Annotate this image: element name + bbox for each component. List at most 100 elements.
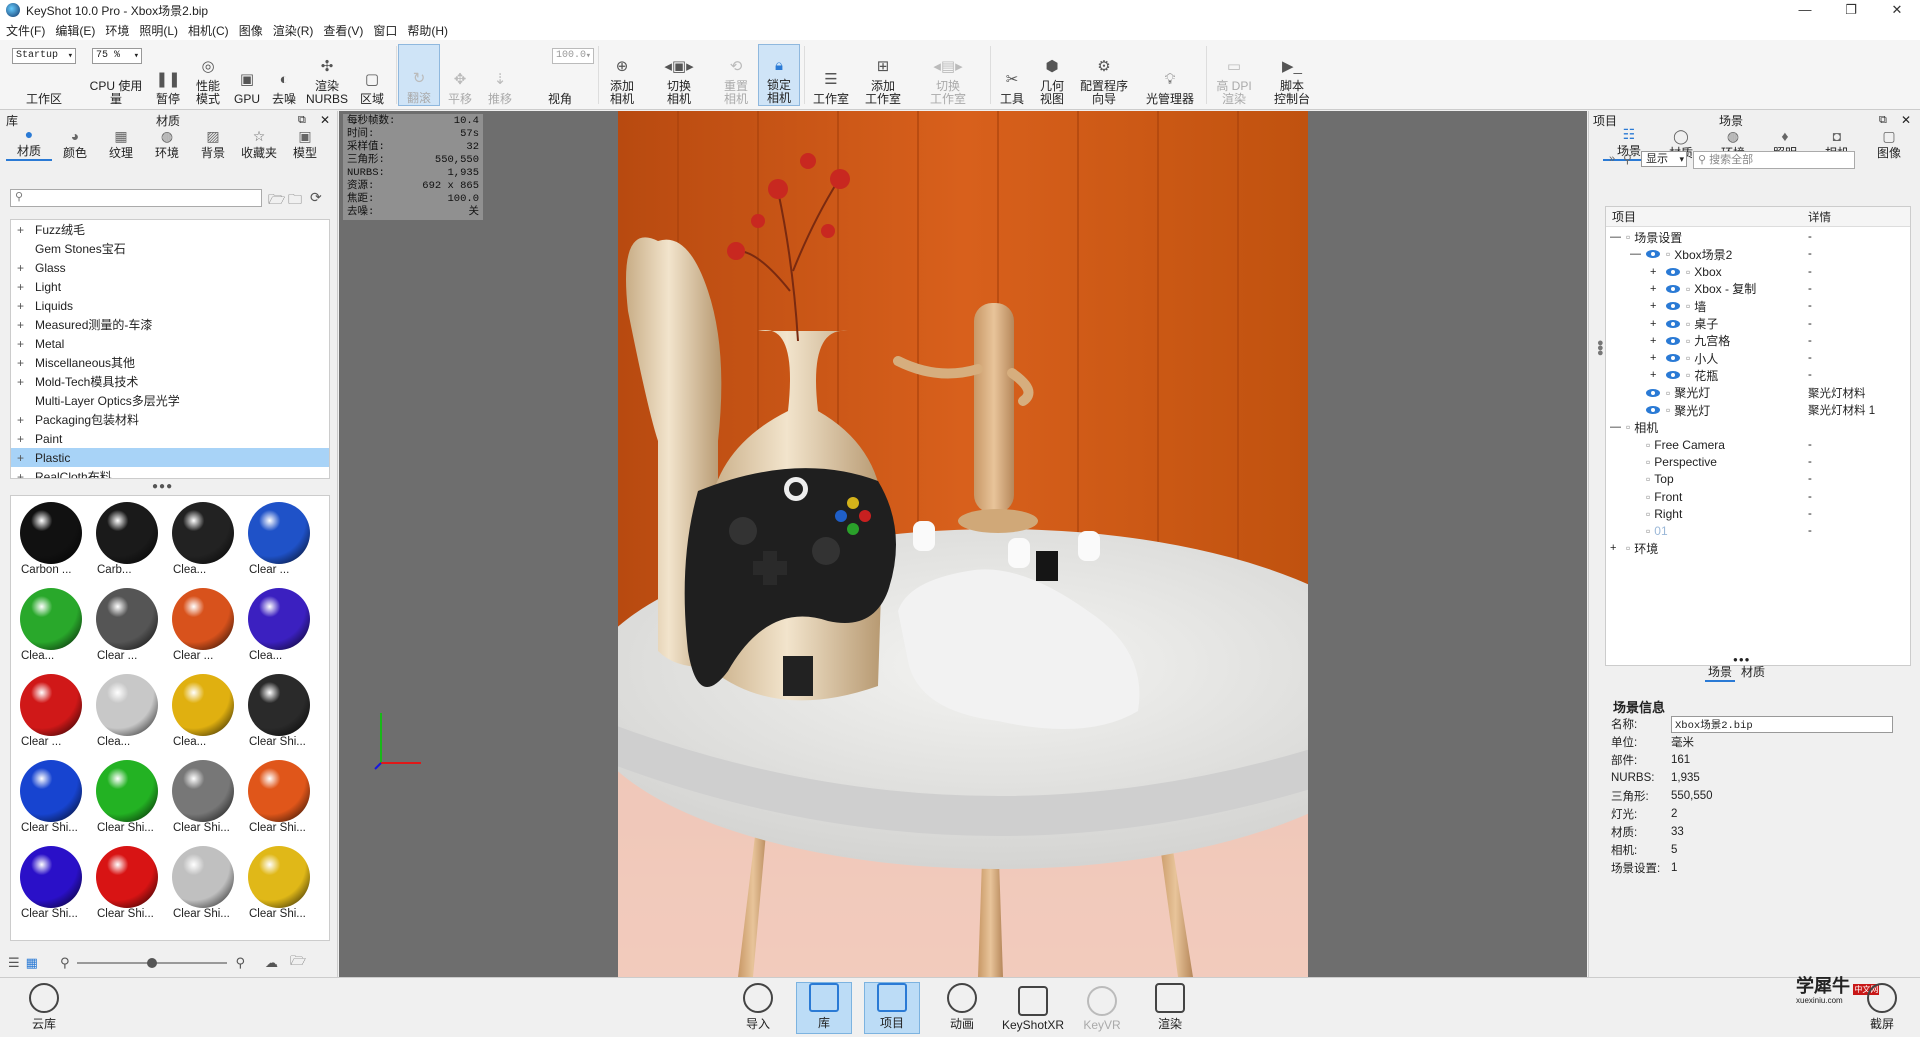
- render-viewport[interactable]: 每秒帧数: 10.4 时间: 57s 采样值: 32 三角形: 550,550 NURBS: 1,…: [339, 111, 1587, 977]
- display-filter-select[interactable]: 显示 ▾: [1641, 151, 1687, 167]
- close-panel-icon[interactable]: ✕: [320, 113, 330, 127]
- script-console-button[interactable]: ▶_ 脚本 控制台: [1266, 44, 1318, 106]
- cloud-upload-icon[interactable]: ☁: [265, 955, 278, 971]
- reset-camera-button[interactable]: ⟲ 重置 相机: [716, 44, 756, 106]
- library-search-input[interactable]: ⚲: [10, 189, 262, 207]
- tab-materials[interactable]: ● 材质: [6, 126, 52, 161]
- studio-button[interactable]: ☰ 工作室: [808, 44, 854, 106]
- animation-button[interactable]: 动画: [934, 982, 990, 1034]
- material-thumbnail[interactable]: Clear Shi...: [243, 756, 315, 840]
- material-thumbnail[interactable]: Clear ...: [15, 670, 87, 754]
- material-thumbnail[interactable]: Clear Shi...: [167, 756, 239, 840]
- expand-toggle-icon[interactable]: +: [1650, 266, 1666, 278]
- material-thumbnail[interactable]: Clear Shi...: [15, 756, 87, 840]
- library-button[interactable]: 库: [796, 982, 852, 1034]
- library-folder-item[interactable]: + Packaging包装材料: [11, 410, 329, 429]
- undock-icon[interactable]: ⧉: [298, 114, 306, 127]
- library-folder-item[interactable]: + Liquids: [11, 296, 329, 315]
- library-folder-item[interactable]: + Measured测量的-车漆: [11, 315, 329, 334]
- scene-tree-row[interactable]: + ▫ 环境: [1606, 538, 1910, 558]
- menu-edit[interactable]: 编辑(E): [55, 22, 95, 39]
- expand-toggle-icon[interactable]: +: [17, 470, 35, 479]
- visibility-eye-icon[interactable]: [1646, 406, 1660, 414]
- expand-toggle-icon[interactable]: +: [1650, 335, 1666, 347]
- material-thumbnail[interactable]: Clear Shi...: [243, 670, 315, 754]
- menu-file[interactable]: 文件(F): [6, 22, 45, 39]
- material-thumbnail[interactable]: Clear Shi...: [91, 842, 163, 926]
- tools-button[interactable]: ✂ 工具: [994, 44, 1030, 106]
- library-folder-item[interactable]: + Glass: [11, 258, 329, 277]
- close-panel-icon[interactable]: ✕: [1901, 113, 1911, 127]
- maximize-button[interactable]: ❐: [1828, 0, 1874, 20]
- visibility-eye-icon[interactable]: [1666, 336, 1680, 345]
- expand-toggle-icon[interactable]: +: [17, 356, 35, 370]
- performance-mode-button[interactable]: ◎ 性能 模式: [188, 44, 228, 106]
- menu-camera[interactable]: 相机(C): [188, 22, 229, 39]
- material-thumbnail[interactable]: Clea...: [167, 498, 239, 582]
- expand-toggle-icon[interactable]: +: [1610, 542, 1626, 554]
- region-button[interactable]: ▢ 区域: [352, 44, 392, 106]
- material-thumbnail[interactable]: Clear ...: [243, 498, 315, 582]
- expand-toggle-icon[interactable]: +: [1650, 318, 1666, 330]
- tab-textures[interactable]: ▦ 纹理: [98, 128, 144, 161]
- library-folder-item[interactable]: + Mold-Tech模具技术: [11, 372, 329, 391]
- panel-resize-handle[interactable]: ● ● ●: [1597, 338, 1604, 359]
- undock-icon[interactable]: ⧉: [1879, 114, 1887, 127]
- gpu-button[interactable]: ▣ GPU: [230, 44, 264, 106]
- keyshotxr-button[interactable]: KeyShotXR: [1000, 982, 1066, 1034]
- render-nurbs-button[interactable]: ✣ 渲染 NURBS: [304, 44, 350, 106]
- expand-toggle-icon[interactable]: +: [17, 413, 35, 427]
- expand-toggle-icon[interactable]: +: [17, 261, 35, 275]
- material-thumbnail[interactable]: Clea...: [91, 670, 163, 754]
- material-thumbnail[interactable]: Clea...: [243, 584, 315, 668]
- switch-camera-button[interactable]: ◂▣▸ 切换 相机: [656, 44, 702, 106]
- add-camera-button[interactable]: ⊕ 添加 相机: [602, 44, 642, 106]
- filter-icon[interactable]: ⚲: [1623, 152, 1632, 166]
- configurator-wizard-button[interactable]: ⚙ 配置程序 向导: [1074, 44, 1134, 106]
- tab-image[interactable]: ▢ 图像: [1863, 128, 1915, 161]
- expand-toggle-icon[interactable]: —: [1610, 231, 1626, 243]
- visibility-eye-icon[interactable]: [1666, 284, 1680, 293]
- tab-colors[interactable]: ◕ 颜色: [52, 128, 98, 161]
- library-folder-item[interactable]: Gem Stones宝石: [11, 239, 329, 258]
- realtime-render-image[interactable]: [618, 111, 1308, 977]
- denoise-button[interactable]: ◐ 去噪: [266, 44, 302, 106]
- material-thumbnail[interactable]: Clear Shi...: [15, 842, 87, 926]
- expand-toggle-icon[interactable]: +: [1650, 369, 1666, 381]
- library-folder-item[interactable]: + Fuzz绒毛: [11, 220, 329, 239]
- grid-view-icon[interactable]: ▦: [26, 955, 38, 971]
- import-folder-icon[interactable]: 🗁︎: [290, 952, 306, 974]
- library-folder-item[interactable]: + Miscellaneous其他: [11, 353, 329, 372]
- subtab-material[interactable]: 材质: [1741, 663, 1765, 682]
- library-folder-item[interactable]: + Metal: [11, 334, 329, 353]
- tab-environments[interactable]: ◍ 环境: [144, 128, 190, 161]
- menu-lighting[interactable]: 照明(L): [139, 22, 178, 39]
- visibility-eye-icon[interactable]: [1666, 354, 1680, 363]
- expand-toggle-icon[interactable]: —: [1610, 421, 1626, 433]
- folder-open-icon[interactable]: 🗁︎: [268, 189, 285, 213]
- menu-window[interactable]: 窗口: [373, 22, 397, 39]
- keyvr-button[interactable]: KeyVR: [1074, 982, 1130, 1034]
- expand-toggle-icon[interactable]: +: [1650, 352, 1666, 364]
- material-thumbnail[interactable]: Clea...: [15, 584, 87, 668]
- menu-environment[interactable]: 环境: [105, 22, 129, 39]
- refresh-icon[interactable]: ⟳: [310, 189, 322, 206]
- tab-models[interactable]: ▣ 模型: [282, 128, 328, 161]
- project-button[interactable]: 项目: [864, 982, 920, 1034]
- dolly-button[interactable]: ⇣ 推移: [480, 44, 520, 106]
- material-thumbnail[interactable]: Clear Shi...: [243, 842, 315, 926]
- list-view-icon[interactable]: ☰: [8, 955, 20, 971]
- scene-search-input[interactable]: ⚲ 搜索全部: [1693, 151, 1855, 169]
- visibility-eye-icon[interactable]: [1666, 319, 1680, 328]
- library-folder-item[interactable]: Multi-Layer Optics多层光学: [11, 391, 329, 410]
- expand-toggle-icon[interactable]: +: [17, 223, 35, 237]
- minimize-button[interactable]: —: [1782, 0, 1828, 20]
- tab-favorites[interactable]: ☆ 收藏夹: [236, 128, 282, 161]
- menu-help[interactable]: 帮助(H): [407, 22, 448, 39]
- light-manager-button[interactable]: 💡︎ 光管理器: [1138, 44, 1202, 106]
- material-thumbnail[interactable]: Clear Shi...: [167, 842, 239, 926]
- screenshot-button[interactable]: 截屏: [1854, 982, 1910, 1034]
- expand-toggle-icon[interactable]: +: [1650, 300, 1666, 312]
- menu-render[interactable]: 渲染(R): [273, 22, 314, 39]
- menu-image[interactable]: 图像: [239, 22, 263, 39]
